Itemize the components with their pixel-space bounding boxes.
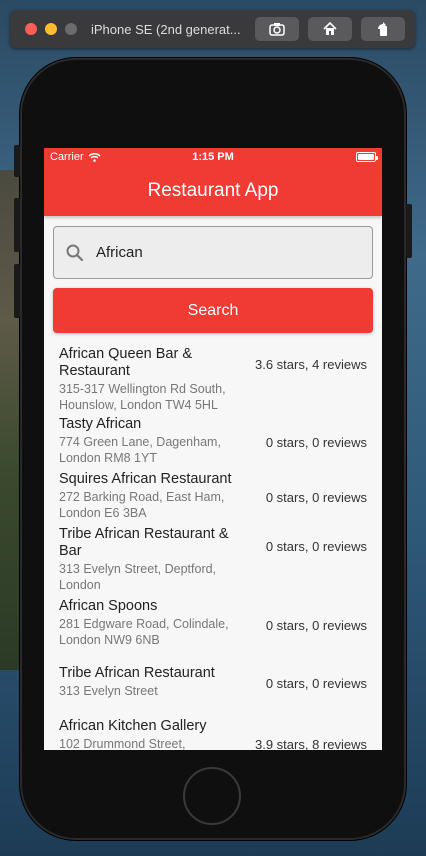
- power-button: [406, 204, 412, 258]
- rotate-icon: [378, 22, 387, 36]
- restaurant-name: African Queen Bar & Restaurant: [59, 346, 192, 379]
- list-item[interactable]: African Kitchen Gallery 102 Drummond Str…: [44, 718, 382, 750]
- search-field[interactable]: [53, 226, 373, 279]
- restaurant-address: 272 Barking Road, East Ham, London E6 3B…: [59, 490, 225, 520]
- restaurant-rating: 0 stars, 0 reviews: [265, 676, 367, 691]
- clock: 1:15 PM: [192, 151, 234, 163]
- list-item[interactable]: Tasty African 774 Green Lane, Dagenham, …: [44, 416, 382, 471]
- restaurant-name: African Kitchen Gallery: [59, 718, 207, 734]
- volume-down-button: [14, 264, 20, 318]
- screenshot-icon: [269, 23, 285, 36]
- simulator-title: iPhone SE (2nd generat...: [91, 21, 241, 37]
- simulator-toolbar: iPhone SE (2nd generat...: [10, 10, 415, 48]
- app-screen: Carrier 1:15 PM Restaurant App Search Af…: [44, 148, 382, 750]
- restaurant-address: 774 Green Lane, Dagenham, London RM8 1YT: [59, 435, 221, 465]
- nav-title: Restaurant App: [44, 166, 382, 216]
- restaurant-rating: 0 stars, 0 reviews: [265, 618, 367, 633]
- restaurant-rating: 0 stars, 0 reviews: [265, 490, 367, 505]
- zoom-window-button[interactable]: [65, 23, 77, 35]
- restaurant-name: Tribe African Restaurant & Bar: [59, 526, 229, 559]
- list-item[interactable]: African Spoons 281 Edgware Road, Colinda…: [44, 598, 382, 665]
- restaurant-rating: 0 stars, 0 reviews: [265, 435, 367, 450]
- list-item[interactable]: Squires African Restaurant 272 Barking R…: [44, 471, 382, 526]
- search-input[interactable]: [96, 244, 326, 261]
- list-item[interactable]: Tribe African Restaurant 313 Evelyn Stre…: [44, 665, 382, 718]
- close-window-button[interactable]: [25, 23, 37, 35]
- restaurant-address: 313 Evelyn Street, Deptford, London: [59, 562, 217, 592]
- home-icon: [323, 22, 337, 35]
- battery-icon: [356, 152, 378, 162]
- phone-home-button[interactable]: [183, 767, 241, 825]
- restaurant-name: African Spoons: [59, 598, 158, 614]
- status-bar: Carrier 1:15 PM: [44, 148, 382, 166]
- list-item[interactable]: African Queen Bar & Restaurant 315-317 W…: [44, 346, 382, 416]
- restaurant-name: Squires African Restaurant: [59, 471, 232, 487]
- restaurant-name: Tribe African Restaurant: [59, 665, 215, 681]
- results-list[interactable]: African Queen Bar & Restaurant 315-317 W…: [44, 346, 382, 750]
- search-icon: [66, 244, 84, 262]
- restaurant-rating: 3.9 stars, 8 reviews: [255, 737, 367, 750]
- search-button[interactable]: Search: [53, 288, 373, 333]
- volume-up-button: [14, 198, 20, 252]
- list-item[interactable]: Tribe African Restaurant & Bar 313 Evely…: [44, 526, 382, 598]
- restaurant-name: Tasty African: [59, 416, 142, 432]
- restaurant-rating: 3.6 stars, 4 reviews: [255, 357, 367, 372]
- minimize-window-button[interactable]: [45, 23, 57, 35]
- restaurant-rating: 0 stars, 0 reviews: [265, 539, 367, 554]
- home-button[interactable]: [308, 17, 352, 41]
- mute-switch: [14, 145, 20, 177]
- rotate-button[interactable]: [361, 17, 405, 41]
- restaurant-address: 102 Drummond Street,: [59, 737, 186, 750]
- restaurant-address: 313 Evelyn Street: [59, 684, 158, 698]
- window-controls: [25, 23, 77, 35]
- restaurant-address: 315-317 Wellington Rd South, Hounslow, L…: [59, 382, 226, 412]
- screenshot-button[interactable]: [255, 17, 299, 41]
- restaurant-address: 281 Edgware Road, Colindale, London NW9 …: [59, 617, 229, 647]
